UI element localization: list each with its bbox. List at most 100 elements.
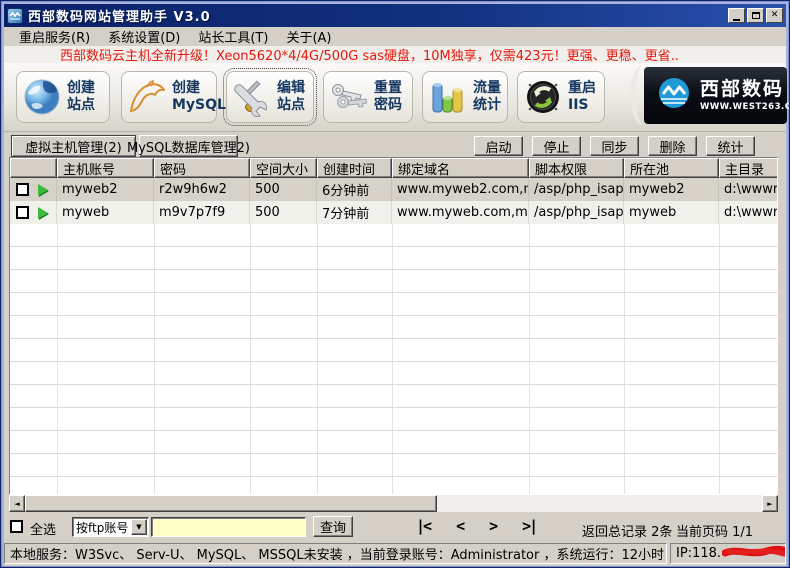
header-bound-domains[interactable]: 绑定域名 [392,158,529,178]
status-ip: IP:118. [670,543,786,564]
start-button[interactable]: 启动 [474,136,523,156]
traffic-stats-button[interactable]: 流量统计 [422,71,508,123]
stop-button[interactable]: 停止 [532,136,581,156]
cell-password: m9v7p7f9 [154,201,250,224]
status-services: 本地服务：W3Svc、 Serv-U、 MySQL、 MSSQL未安装 ，当前登… [4,543,667,564]
cell-script: /asp/php_isapi/ [529,178,624,201]
chevron-down-icon: ▼ [136,523,141,531]
cell-home: d:\wwwroo [719,201,778,224]
maximize-icon [752,12,760,19]
cell-pool: myweb [624,201,719,224]
cell-home: d:\wwwroo [719,178,778,201]
minimize-icon [733,19,740,21]
status-bar: 本地服务：W3Svc、 Serv-U、 MySQL、 MSSQL未安装 ，当前登… [4,542,786,566]
edit-site-button[interactable]: 编辑站点 [226,71,314,123]
filter-type-value: 按ftp账号 [73,519,131,536]
header-script-perms[interactable]: 脚本权限 [529,158,624,178]
header-host-account[interactable]: 主机账号 [57,158,154,178]
row-running-icon [38,207,48,219]
next-page-button[interactable]: > [489,517,496,535]
menu-webmaster-tools[interactable]: 站长工具(T) [189,26,277,47]
header-select-col[interactable] [10,158,57,178]
first-page-button[interactable]: |< [416,517,430,535]
logo-crescent-shape [630,65,656,125]
scroll-right-button[interactable]: ► [762,495,778,512]
app-logo-icon [7,8,23,24]
create-mysql-button[interactable]: 创建MySQL [121,71,217,123]
title-bar[interactable]: 西部数码网站管理助手 V3.0 ✕ [4,4,786,27]
create-site-label: 创建站点 [67,80,95,115]
row-checkbox[interactable] [16,183,29,196]
cell-script: /asp/php_isapi/ [529,201,624,224]
mysql-dolphin-icon [127,77,167,117]
table-row[interactable]: myweb2 r2w9h6w2 500 6分钟前 www.myweb2.com,… [10,178,777,201]
prev-page-button[interactable]: < [456,517,463,535]
scroll-right-icon: ► [767,500,772,508]
filter-type-dropdown[interactable]: 按ftp账号 ▼ [72,517,149,537]
menu-bar: 重启服务(R) 系统设置(D) 站长工具(T) 关于(A) [4,27,786,46]
cell-created: 6分钟前 [317,178,392,201]
stats-button[interactable]: 统计 [706,136,755,156]
brand-logo[interactable]: 西部数码 WWW.WEST263.COM [644,67,787,124]
header-password[interactable]: 密码 [154,158,250,178]
cell-account: myweb [57,201,154,224]
logo-brand: 西部数码 [700,80,790,99]
logo-site-url: WWW.WEST263.COM [700,102,790,112]
scroll-left-button[interactable]: ◄ [9,495,25,512]
header-pool[interactable]: 所在池 [624,158,719,178]
cell-pool: myweb2 [624,178,719,201]
app-window: 西部数码网站管理助手 V3.0 ✕ 重启服务(R) 系统设置(D) 站长工具(T… [0,0,790,568]
query-button[interactable]: 查询 [313,516,353,537]
restart-iis-button[interactable]: 重启IIS [517,71,605,123]
ad-text[interactable]: 西部数码云主机全新升级！Xeon5620*4/4G/500G sas硬盘，10M… [4,45,679,64]
bar-chart-icon [428,77,468,117]
header-space-size[interactable]: 空间大小 [250,158,317,178]
dropdown-button[interactable]: ▼ [131,519,147,535]
select-all-checkbox[interactable] [10,520,23,533]
pagination: |< < > >| [416,517,536,535]
create-site-button[interactable]: 创建站点 [16,71,110,123]
logo-text-block: 西部数码 WWW.WEST263.COM [700,80,790,112]
maximize-button[interactable] [747,8,764,23]
row-running-icon [38,184,48,196]
scrollbar-track[interactable] [437,495,762,512]
last-page-button[interactable]: >| [522,517,536,535]
header-created-time[interactable]: 创建时间 [317,158,392,178]
toolbar: 创建站点 创建MySQL 编辑 [4,63,786,132]
menu-restart-services[interactable]: 重启服务(R) [10,26,99,47]
globe-icon [22,77,62,117]
table-empty-grid [10,224,777,494]
menu-system-settings[interactable]: 系统设置(D) [99,26,189,47]
west-logo-icon [654,74,694,118]
header-home-dir[interactable]: 主目录 [719,158,778,178]
table-header-row: 主机账号 密码 空间大小 创建时间 绑定域名 脚本权限 所在池 主目录 [10,158,777,178]
reset-password-label: 重置密码 [374,80,402,115]
menu-about[interactable]: 关于(A) [277,26,340,47]
reset-password-button[interactable]: 重置密码 [323,71,413,123]
select-all-label: 全选 [30,519,56,538]
sync-button[interactable]: 同步 [590,136,639,156]
tab-mysql-db-manage[interactable]: MySQL数据库管理2) [139,135,238,157]
scroll-left-icon: ◄ [14,500,19,508]
tools-icon [232,77,272,117]
delete-button[interactable]: 删除 [648,136,697,156]
edit-site-label: 编辑站点 [277,80,305,115]
cell-domains: www.myweb2.com,my... [392,178,529,201]
current-page-label: 当前页码 1/1 [676,521,753,540]
restart-iis-label: 重启IIS [568,80,596,115]
scrollbar-thumb[interactable] [25,495,437,512]
restart-icon [523,77,563,117]
filter-keyword-input[interactable] [151,517,306,537]
table-row[interactable]: myweb m9v7p7f9 500 7分钟前 www.myweb.com,my… [10,201,777,224]
host-table: 主机账号 密码 空间大小 创建时间 绑定域名 脚本权限 所在池 主目录 mywe… [9,157,778,495]
cell-password: r2w9h6w2 [154,178,250,201]
row-checkbox[interactable] [16,206,29,219]
tab-virtual-host-manage[interactable]: 虚拟主机管理(2) [11,135,136,157]
traffic-stats-label: 流量统计 [473,80,501,115]
close-button[interactable]: ✕ [766,8,783,23]
horizontal-scrollbar[interactable]: ◄ ► [9,495,778,512]
close-icon: ✕ [771,11,779,20]
ip-prefix: IP:118. [676,546,721,561]
minimize-button[interactable] [728,8,745,23]
ip-redaction-scribble [722,545,786,563]
